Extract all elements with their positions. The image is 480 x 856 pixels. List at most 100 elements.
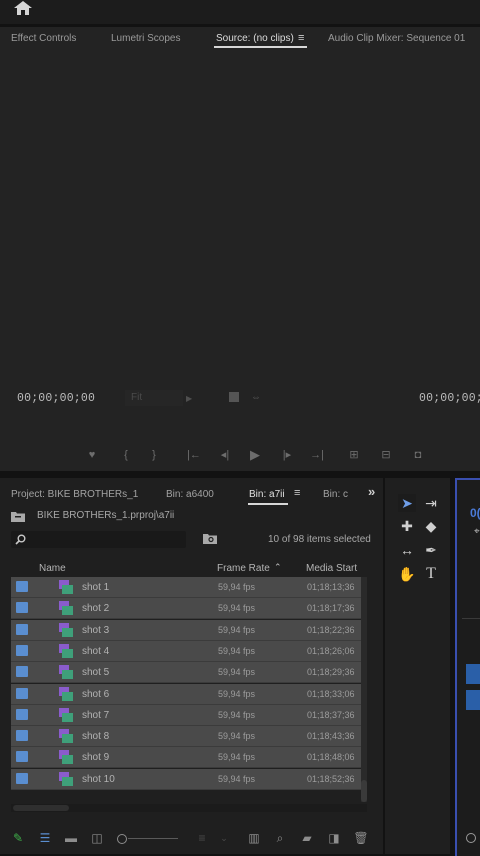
clip-name: shot 7 bbox=[82, 709, 110, 721]
clip-frame-rate: 59,94 fps bbox=[218, 624, 256, 635]
clip-icon bbox=[59, 601, 73, 616]
label-color-swatch[interactable] bbox=[16, 751, 28, 763]
tab-lumetri-scopes[interactable]: Lumetri Scopes bbox=[111, 33, 180, 44]
zoom-fit-select[interactable]: Fit bbox=[125, 390, 183, 406]
bin-panel-menu-icon[interactable]: ≡ bbox=[294, 487, 300, 499]
vertical-scrollbar[interactable] bbox=[361, 577, 367, 802]
list-view-icon[interactable]: ☰ bbox=[37, 831, 53, 845]
label-color-swatch[interactable] bbox=[16, 708, 28, 720]
clip-name: shot 2 bbox=[82, 603, 110, 615]
vertical-scrollbar-thumb[interactable] bbox=[361, 780, 367, 802]
type-tool-icon[interactable]: T bbox=[422, 565, 440, 583]
track-select-tool-icon[interactable]: ⇥ bbox=[422, 494, 440, 512]
clip-media-start: 01;18;26;06 bbox=[307, 645, 355, 656]
column-media-start[interactable]: Media Start bbox=[306, 563, 357, 574]
zoom-slider-handle[interactable] bbox=[117, 834, 127, 844]
table-row[interactable]: shot 7 59,94 fps 01;18;37;36 bbox=[11, 704, 361, 726]
ripple-edit-tool-icon[interactable]: ✚ bbox=[398, 517, 416, 535]
settings-wrench-icon[interactable]: ⇔ bbox=[251, 392, 261, 403]
label-color-swatch[interactable] bbox=[16, 772, 28, 784]
table-row[interactable]: shot 6 59,94 fps 01;18;33;06 bbox=[11, 683, 361, 705]
table-row[interactable]: shot 3 59,94 fps 01;18;22;36 bbox=[11, 619, 361, 641]
column-frame-rate[interactable]: Frame Rate bbox=[217, 563, 270, 574]
search-input[interactable] bbox=[11, 531, 186, 548]
column-name[interactable]: Name bbox=[39, 563, 66, 574]
new-item-icon[interactable]: ◨ bbox=[326, 831, 342, 845]
zoom-slider-track[interactable] bbox=[128, 838, 178, 839]
sort-dropdown-icon[interactable]: ⌄ bbox=[216, 831, 232, 845]
write-protect-pencil-icon[interactable]: ✎ bbox=[10, 831, 26, 845]
clip-frame-rate: 59,94 fps bbox=[218, 709, 256, 720]
resolution-icon[interactable] bbox=[229, 392, 239, 402]
clip-icon bbox=[59, 686, 73, 701]
selection-tool-icon[interactable]: ➤ bbox=[398, 494, 416, 512]
clip-media-start: 01;18;13;36 bbox=[307, 582, 355, 592]
razor-tool-icon[interactable]: ◆ bbox=[422, 517, 440, 535]
label-color-swatch[interactable] bbox=[16, 687, 28, 699]
tab-bin-a6400[interactable]: Bin: a6400 bbox=[166, 489, 214, 500]
step-forward-icon[interactable]: |▸ bbox=[279, 448, 295, 462]
hand-tool-icon[interactable]: ✋ bbox=[398, 565, 416, 583]
home-icon[interactable] bbox=[14, 1, 32, 15]
video-track-target[interactable] bbox=[466, 664, 480, 684]
go-to-in-icon[interactable]: |← bbox=[186, 448, 202, 462]
label-color-swatch[interactable] bbox=[16, 644, 28, 656]
table-row[interactable]: shot 1 59,94 fps 01;18;13;36 bbox=[11, 577, 361, 598]
clip-frame-rate: 59,94 fps bbox=[218, 731, 256, 742]
clip-name: shot 9 bbox=[82, 752, 110, 764]
tab-bin-a7ii[interactable]: Bin: a7ii bbox=[249, 489, 285, 500]
overwrite-icon[interactable]: ⊟ bbox=[378, 448, 394, 462]
audio-track-target[interactable] bbox=[466, 690, 480, 710]
sort-ascending-icon[interactable]: ⌃ bbox=[274, 562, 282, 573]
table-row[interactable]: shot 4 59,94 fps 01;18;26;06 bbox=[11, 640, 361, 662]
clip-frame-rate: 59,94 fps bbox=[218, 773, 256, 784]
insert-icon[interactable]: ⊞ bbox=[346, 448, 362, 462]
clip-icon bbox=[59, 750, 73, 765]
tab-source-monitor[interactable]: Source: (no clips) bbox=[216, 33, 294, 44]
table-row[interactable]: shot 9 59,94 fps 01;18;48;06 bbox=[11, 747, 361, 769]
add-marker-icon[interactable]: ♥ bbox=[84, 448, 100, 462]
sort-icons-icon[interactable]: ≡ bbox=[194, 831, 210, 845]
step-back-icon[interactable]: ◂| bbox=[217, 448, 233, 462]
new-bin-icon[interactable]: ▰ bbox=[299, 831, 315, 845]
table-row[interactable]: shot 5 59,94 fps 01;18;29;36 bbox=[11, 662, 361, 684]
table-row[interactable]: shot 10 59,94 fps 01;18;52;36 bbox=[11, 768, 361, 790]
go-to-out-icon[interactable]: →| bbox=[309, 448, 325, 462]
tab-effect-controls[interactable]: Effect Controls bbox=[11, 33, 76, 44]
trash-icon[interactable]: 🗑 bbox=[353, 831, 369, 845]
source-panel-menu-icon[interactable]: ≡ bbox=[298, 32, 304, 44]
freeform-view-icon[interactable]: ◫ bbox=[89, 831, 105, 845]
label-color-swatch[interactable] bbox=[16, 730, 28, 742]
tab-bin-c[interactable]: Bin: c bbox=[323, 489, 348, 500]
table-row[interactable]: shot 8 59,94 fps 01;18;43;36 bbox=[11, 726, 361, 748]
tab-project[interactable]: Project: BIKE BROTHERs_1 bbox=[11, 489, 138, 500]
snap-icon[interactable]: ⌖ bbox=[474, 526, 480, 537]
find-icon[interactable]: ⌕ bbox=[272, 831, 288, 845]
clip-media-start: 01;18;33;06 bbox=[307, 688, 355, 699]
horizontal-scrollbar-thumb[interactable] bbox=[13, 805, 69, 811]
clip-frame-rate: 59,94 fps bbox=[218, 603, 256, 614]
duration-timecode: 00;00;00;00 bbox=[419, 392, 480, 405]
more-tabs-chevron-icon[interactable]: » bbox=[368, 484, 375, 499]
fit-dropdown-arrow-icon[interactable]: ▶ bbox=[186, 394, 192, 403]
label-color-swatch[interactable] bbox=[16, 581, 28, 592]
icon-view-icon[interactable]: ▬ bbox=[63, 831, 79, 845]
mark-in-icon[interactable]: { bbox=[118, 448, 134, 462]
label-color-swatch[interactable] bbox=[16, 666, 28, 678]
playhead-timecode[interactable]: 00;00;00;00 bbox=[17, 392, 95, 405]
table-row[interactable]: shot 2 59,94 fps 01;18;17;36 bbox=[11, 598, 361, 620]
folder-up-icon[interactable] bbox=[11, 511, 25, 522]
play-icon[interactable]: ▶ bbox=[247, 448, 263, 462]
clip-name: shot 1 bbox=[82, 582, 110, 593]
new-search-bin-icon[interactable] bbox=[203, 533, 217, 544]
pen-tool-icon[interactable]: ✒ bbox=[422, 541, 440, 559]
slip-tool-icon[interactable]: ↔ bbox=[398, 541, 416, 559]
timeline-zoom-handle[interactable] bbox=[466, 833, 476, 843]
timeline-timecode[interactable]: 0( bbox=[470, 506, 480, 520]
export-frame-camera-icon[interactable]: ◘ bbox=[410, 448, 426, 462]
tab-audio-clip-mixer[interactable]: Audio Clip Mixer: Sequence 01 bbox=[328, 33, 465, 44]
label-color-swatch[interactable] bbox=[16, 602, 28, 614]
automate-to-sequence-icon[interactable]: ▥ bbox=[246, 831, 262, 845]
mark-out-icon[interactable]: } bbox=[146, 448, 162, 462]
label-color-swatch[interactable] bbox=[16, 623, 28, 635]
